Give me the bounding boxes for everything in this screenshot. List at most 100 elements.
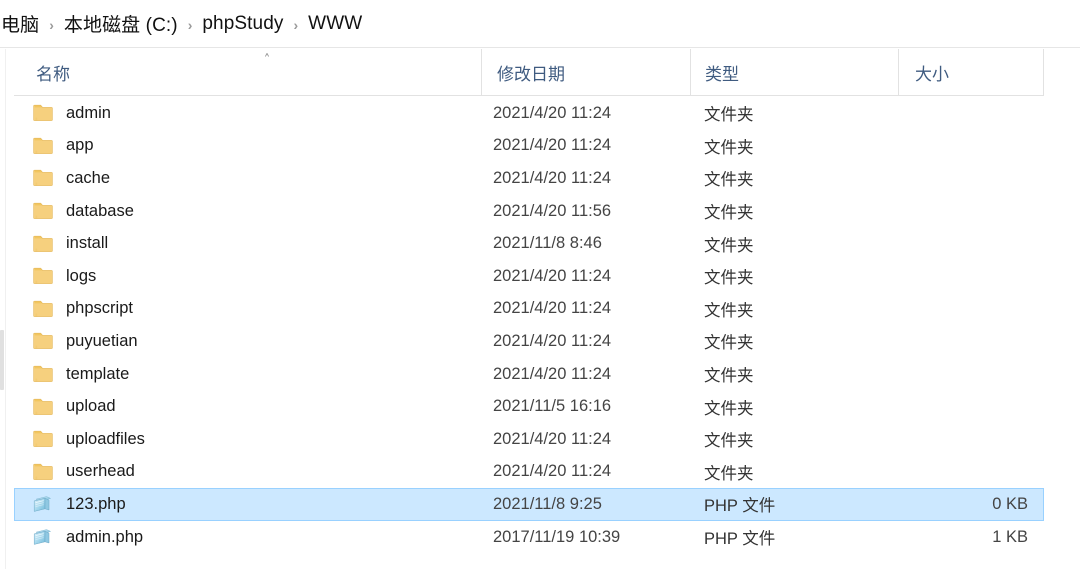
file-row[interactable]: install 2021/11/8 8:46 文件夹 [14,227,1044,260]
file-type-cell: 文件夹 [704,269,754,288]
folder-icon [32,429,54,449]
file-name-label: admin [66,103,111,122]
file-name-label: admin.php [66,527,144,546]
file-type-cell: 文件夹 [704,432,754,451]
file-name-cell[interactable]: upload [14,390,481,423]
folder-icon [32,168,54,188]
folder-icon [32,136,54,156]
file-type-cell: 文件夹 [704,464,754,483]
breadcrumb-item[interactable]: WWW [305,11,365,37]
file-row[interactable]: admin 2021/4/20 11:24 文件夹 [14,97,1044,130]
file-row[interactable]: app 2021/4/20 11:24 文件夹 [14,130,1044,163]
column-header-size[interactable]: 大小 [898,49,1044,95]
file-date-cell: 2021/4/20 11:24 [493,299,612,318]
folder-icon [32,103,54,123]
breadcrumb-item[interactable]: 电脑 [0,8,42,39]
file-name-label: 123.php [66,494,126,513]
file-row[interactable]: 123.php 2021/11/8 9:25 PHP 文件 0 KB [14,488,1044,521]
folder-icon [32,299,54,319]
address-bar[interactable]: 电脑 › 本地磁盘 (C:) › phpStudy › WWW [0,0,1080,48]
file-name-cell[interactable]: app [14,130,481,163]
file-name-label: uploadfiles [66,429,145,448]
folder-icon [32,234,54,254]
file-date-cell: 2021/4/20 11:24 [493,266,612,285]
file-name-cell[interactable]: admin [14,97,481,130]
php-file-icon [32,527,54,547]
breadcrumb-item[interactable]: 本地磁盘 (C:) [61,8,181,39]
file-name-label: template [66,364,130,383]
folder-icon [32,266,54,286]
file-row[interactable]: cache 2021/4/20 11:24 文件夹 [14,162,1044,195]
file-date-cell: 2021/4/20 11:56 [493,201,612,220]
file-date-cell: 2021/4/20 11:24 [493,136,612,155]
file-name-cell[interactable]: uploadfiles [14,423,481,456]
file-row[interactable]: uploadfiles 2021/4/20 11:24 文件夹 [14,423,1044,456]
file-name-label: install [66,234,109,253]
file-name-cell[interactable]: database [14,195,481,228]
file-row[interactable]: admin.php 2017/11/19 10:39 PHP 文件 1 KB [14,521,1044,554]
file-date-cell: 2021/4/20 11:24 [493,364,612,383]
file-type-cell: 文件夹 [704,204,754,223]
file-type-cell: PHP 文件 [704,497,776,516]
breadcrumb[interactable]: 电脑 › 本地磁盘 (C:) › phpStudy › WWW [0,8,365,39]
file-type-cell: 文件夹 [704,367,754,386]
file-type-cell: 文件夹 [704,138,754,157]
folder-icon [32,201,54,221]
file-type-cell: 文件夹 [704,301,754,320]
breadcrumb-item[interactable]: phpStudy [199,11,286,37]
breadcrumb-separator-icon: › [293,16,299,33]
file-name-label: database [66,201,134,220]
column-header-type[interactable]: 类型 [690,49,898,95]
file-type-cell: 文件夹 [704,334,754,353]
file-size-cell [899,293,1044,326]
file-name-cell[interactable]: cache [14,162,481,195]
file-name-cell[interactable]: puyuetian [14,325,481,358]
file-name-cell[interactable]: 123.php [14,488,481,521]
file-date-cell: 2021/4/20 11:24 [493,429,612,448]
folder-icon [32,462,54,482]
breadcrumb-separator-icon: › [49,16,54,33]
file-name-label: upload [66,397,116,416]
file-date-cell: 2021/4/20 11:24 [493,462,612,481]
file-name-cell[interactable]: logs [14,260,481,293]
file-row[interactable]: database 2021/4/20 11:56 文件夹 [14,195,1044,228]
file-row[interactable]: puyuetian 2021/4/20 11:24 文件夹 [14,325,1044,358]
column-header-date-modified[interactable]: 修改日期 [481,49,690,95]
file-explorer-window: 电脑 › 本地磁盘 (C:) › phpStudy › WWW ˄ 名称 修改日期 类型 大… [0,0,1080,569]
file-date-cell: 2021/11/8 9:25 [493,494,602,513]
file-row[interactable]: upload 2021/11/5 16:16 文件夹 [14,390,1044,423]
left-pane-divider [5,49,6,569]
file-size-cell [899,423,1044,456]
file-type-cell: 文件夹 [704,236,754,255]
file-row[interactable]: userhead 2021/4/20 11:24 文件夹 [14,456,1044,489]
file-size-cell [899,130,1044,163]
file-size-cell [899,162,1044,195]
file-date-cell: 2021/4/20 11:24 [493,103,612,122]
file-name-label: puyuetian [66,331,138,350]
file-list[interactable]: admin 2021/4/20 11:24 文件夹 app 2021/4/20 11:2… [14,97,1044,569]
folder-icon [32,364,54,384]
file-type-cell: 文件夹 [704,106,754,125]
file-row[interactable]: phpscript 2021/4/20 11:24 文件夹 [14,293,1044,326]
file-name-cell[interactable]: phpscript [14,293,481,326]
file-size-cell [899,325,1044,358]
file-name-label: cache [66,168,111,187]
file-name-label: app [66,136,94,155]
file-row[interactable]: template 2021/4/20 11:24 文件夹 [14,358,1044,391]
file-size-cell: 1 KB [992,527,1028,546]
file-size-cell [899,456,1044,489]
file-size-cell [899,97,1044,130]
file-size-cell [899,195,1044,228]
file-name-cell[interactable]: admin.php [14,521,481,554]
file-name-cell[interactable]: template [14,358,481,391]
file-date-cell: 2021/4/20 11:24 [493,168,612,187]
file-size-cell [899,358,1044,391]
file-row[interactable]: logs 2021/4/20 11:24 文件夹 [14,260,1044,293]
file-size-cell [899,390,1044,423]
file-name-cell[interactable]: userhead [14,456,481,489]
file-date-cell: 2021/4/20 11:24 [493,331,612,350]
column-header-name[interactable]: 名称 [14,49,481,95]
left-pane-scroll-nub[interactable] [0,330,4,390]
file-size-cell: 0 KB [992,494,1028,513]
file-name-cell[interactable]: install [14,227,481,260]
